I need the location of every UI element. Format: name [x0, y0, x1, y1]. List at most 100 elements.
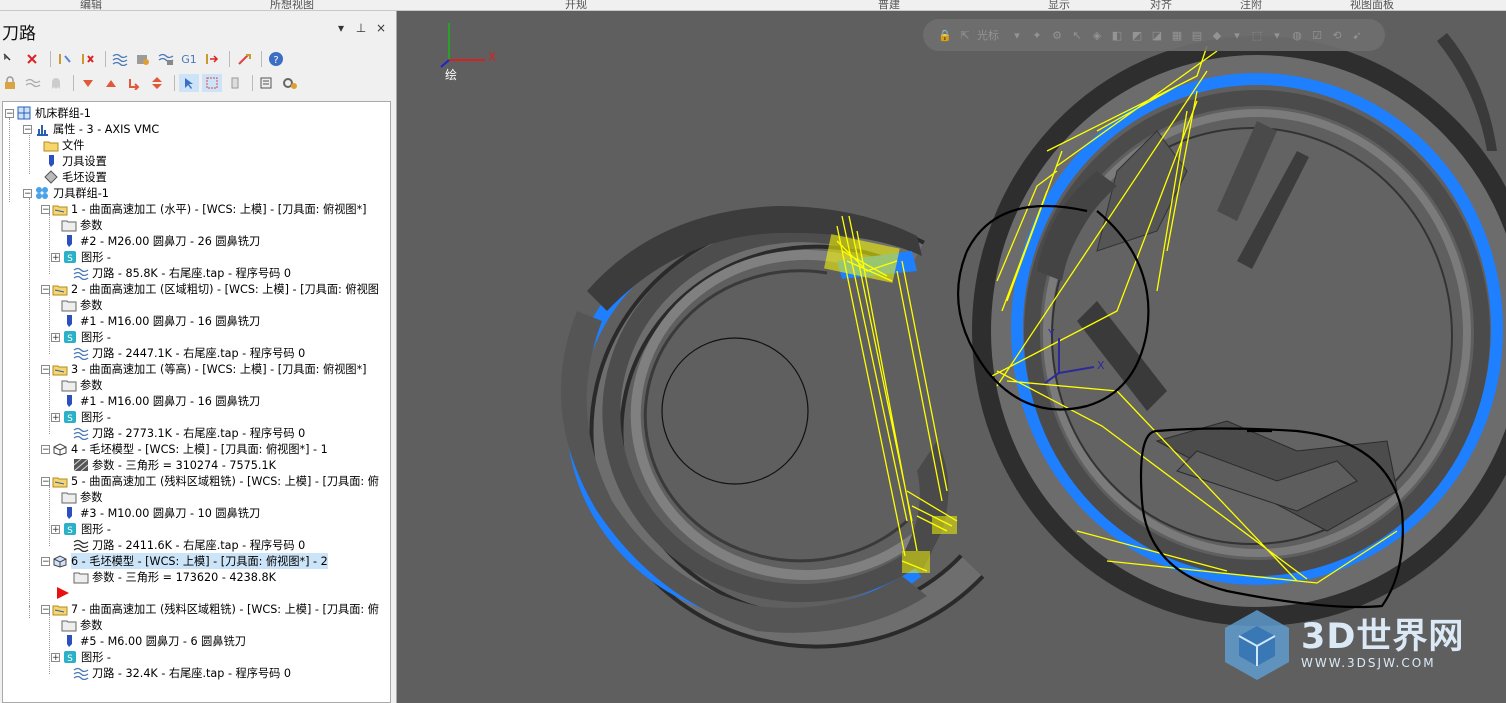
- operation-tool[interactable]: #3 - M10.00 圆鼻刀 - 10 圆鼻铣刀: [61, 505, 260, 521]
- operation-2[interactable]: − 2 - 曲面高速加工 (区域粗切) - [WCS: 上模] - [刀具面: …: [41, 281, 379, 297]
- expand-icon[interactable]: +: [51, 524, 60, 534]
- ghost-icon[interactable]: [46, 74, 66, 92]
- operation-params[interactable]: 参数: [61, 297, 102, 313]
- settings-icon[interactable]: [280, 74, 300, 92]
- operation-toolpath[interactable]: 刀路 - 2411.6K - 右尾座.tap - 程序号码 0: [73, 537, 305, 553]
- tree-files[interactable]: 文件: [43, 137, 84, 153]
- collapse-icon[interactable]: −: [41, 364, 50, 374]
- pin-icon[interactable]: ⊥: [354, 21, 368, 35]
- scroll-icon[interactable]: [225, 74, 245, 92]
- operation-params[interactable]: 参数: [61, 617, 102, 633]
- mesh-icon[interactable]: ▦: [1169, 27, 1185, 43]
- operation-5[interactable]: − 5 - 曲面高速加工 (残料区域粗铣) - [WCS: 上模] - [刀具面…: [41, 473, 379, 489]
- lock-icon[interactable]: 🔒: [937, 27, 953, 43]
- operation-1[interactable]: − 1 - 曲面高速加工 (水平) - [WCS: 上模] - [刀具面: 俯视…: [41, 201, 367, 217]
- operation-toolpath[interactable]: 刀路 - 32.4K - 右尾座.tap - 程序号码 0: [73, 665, 291, 681]
- collapse-icon[interactable]: −: [41, 476, 50, 486]
- shade-icon[interactable]: ◆: [1209, 27, 1225, 43]
- box-select-icon[interactable]: [202, 74, 222, 92]
- highfeed-icon[interactable]: [234, 50, 254, 68]
- collapse-icon[interactable]: −: [41, 204, 50, 214]
- collapse-icon[interactable]: −: [41, 284, 50, 294]
- expand-icon[interactable]: +: [51, 652, 60, 662]
- close-icon[interactable]: ×: [374, 21, 388, 35]
- operation-params[interactable]: 参数: [61, 217, 102, 233]
- expand-icon[interactable]: +: [51, 252, 60, 262]
- move-up-icon[interactable]: [101, 74, 121, 92]
- post-icon[interactable]: [202, 50, 222, 68]
- lock-icon[interactable]: [0, 74, 20, 92]
- tree-stock-settings[interactable]: 毛坯设置: [43, 169, 107, 185]
- collapse-icon[interactable]: −: [23, 124, 32, 134]
- operation-geometry[interactable]: + S 图形 -: [51, 521, 111, 537]
- verify-select-icon[interactable]: ◍: [1289, 27, 1305, 43]
- operation-6[interactable]: − 6 - 毛坯模型 - [WCS: 上模] - [刀具面: 俯视图*] - 2: [41, 553, 328, 569]
- operation-7[interactable]: − 7 - 曲面高速加工 (残料区域粗铣) - [WCS: 上模] - [刀具面…: [41, 601, 379, 617]
- operation-geometry[interactable]: + S 图形 -: [51, 329, 111, 345]
- tree-tool-settings[interactable]: 刀具设置: [43, 153, 107, 169]
- wireframe-icon[interactable]: ▤: [1189, 27, 1205, 43]
- verify-icon[interactable]: [133, 50, 153, 68]
- cursor-mode-label[interactable]: 光标: [977, 27, 999, 43]
- select-all-icon[interactable]: [0, 50, 20, 68]
- operation-toolpath[interactable]: 刀路 - 2773.1K - 右尾座.tap - 程序号码 0: [73, 425, 305, 441]
- dropdown-icon[interactable]: ▾: [1009, 27, 1025, 43]
- pointer-icon[interactable]: ➹: [1349, 27, 1365, 43]
- cube-icon[interactable]: ◧: [1109, 27, 1125, 43]
- expand-icon[interactable]: +: [51, 332, 60, 342]
- cube-face-icon[interactable]: ◩: [1129, 27, 1145, 43]
- toggle-display-icon[interactable]: [23, 74, 43, 92]
- collapse-icon[interactable]: −: [23, 188, 32, 198]
- operation-3[interactable]: − 3 - 曲面高速加工 (等高) - [WCS: 上模] - [刀具面: 俯视…: [41, 361, 367, 377]
- stock-params[interactable]: 参数 - 三角形 = 173620 - 4238.8K: [73, 569, 276, 585]
- operation-toolpath[interactable]: 刀路 - 85.8K - 右尾座.tap - 程序号码 0: [73, 265, 291, 281]
- operation-tool[interactable]: #2 - M26.00 圆鼻刀 - 26 圆鼻铣刀: [61, 233, 260, 249]
- graphics-viewport[interactable]: Y X X 绘 🔒 ⇱ 光标 ▾ ✦ ⚙ ↖ ◈ ◧ ◩ ◪ ▦ ▤ ◆ ▾ ⬚…: [397, 11, 1506, 703]
- solid-select-icon[interactable]: ◈: [1089, 27, 1105, 43]
- operation-geometry[interactable]: + S 图形 -: [51, 409, 111, 425]
- regenerate-icon[interactable]: [55, 50, 75, 68]
- operation-toolpath[interactable]: 刀路 - 2447.1K - 右尾座.tap - 程序号码 0: [73, 345, 305, 361]
- collapse-icon[interactable]: −: [5, 108, 14, 118]
- regenerate-dirty-icon[interactable]: [78, 50, 98, 68]
- operation-geometry[interactable]: + S 图形 -: [51, 649, 111, 665]
- check-select-icon[interactable]: ☑: [1309, 27, 1325, 43]
- backplot-icon[interactable]: [110, 50, 130, 68]
- tree-tool-group[interactable]: − 刀具群组-1: [23, 185, 109, 201]
- collapse-icon[interactable]: −: [41, 444, 50, 454]
- dropdown-icon[interactable]: ▾: [1269, 27, 1285, 43]
- select-mode-icon[interactable]: [179, 74, 199, 92]
- operation-tool[interactable]: #1 - M16.00 圆鼻刀 - 16 圆鼻铣刀: [61, 393, 260, 409]
- operation-params[interactable]: 参数: [61, 489, 102, 505]
- panel-menu-icon[interactable]: ▾: [334, 21, 348, 35]
- body-icon[interactable]: ◪: [1149, 27, 1165, 43]
- collapse-icon[interactable]: −: [41, 604, 50, 614]
- deselect-icon[interactable]: [23, 50, 43, 68]
- operation-4[interactable]: − 4 - 毛坯模型 - [WCS: 上模] - [刀具面: 俯视图*] - 1: [41, 441, 328, 457]
- operation-geometry[interactable]: + S 图形 -: [51, 249, 111, 265]
- expand-icon[interactable]: +: [51, 412, 60, 422]
- tree-properties[interactable]: − 属性 - 3 - AXIS VMC: [23, 121, 159, 137]
- g1-icon[interactable]: G1: [179, 50, 199, 68]
- window-select-icon[interactable]: ⬚: [1249, 27, 1265, 43]
- insert-position-arrow[interactable]: [55, 585, 71, 601]
- insert-arrow-icon[interactable]: [124, 74, 144, 92]
- gear-icon[interactable]: ⚙: [1049, 27, 1065, 43]
- collapse-icon[interactable]: −: [41, 556, 50, 566]
- help-icon[interactable]: ?: [266, 50, 286, 68]
- rotate-icon[interactable]: ⟲: [1329, 27, 1345, 43]
- operation-tool[interactable]: #1 - M16.00 圆鼻刀 - 16 圆鼻铣刀: [61, 313, 260, 329]
- stock-params[interactable]: 参数 - 三角形 = 310274 - 7575.1K: [73, 457, 276, 473]
- viewport-canvas[interactable]: Y X X 绘: [397, 11, 1506, 703]
- properties-icon[interactable]: [257, 74, 277, 92]
- reorder-icon[interactable]: [147, 74, 167, 92]
- snap-icon[interactable]: ✦: [1029, 27, 1045, 43]
- select-arrow-icon[interactable]: ↖: [1069, 27, 1085, 43]
- simulate-icon[interactable]: [156, 50, 176, 68]
- tree-root[interactable]: − 机床群组-1: [5, 105, 91, 121]
- dropdown-icon[interactable]: ▾: [1229, 27, 1245, 43]
- operation-params[interactable]: 参数: [61, 377, 102, 393]
- move-down-icon[interactable]: [78, 74, 98, 92]
- cursor-icon[interactable]: ⇱: [957, 27, 973, 43]
- operation-tool[interactable]: #5 - M6.00 圆鼻刀 - 6 圆鼻铣刀: [61, 633, 246, 649]
